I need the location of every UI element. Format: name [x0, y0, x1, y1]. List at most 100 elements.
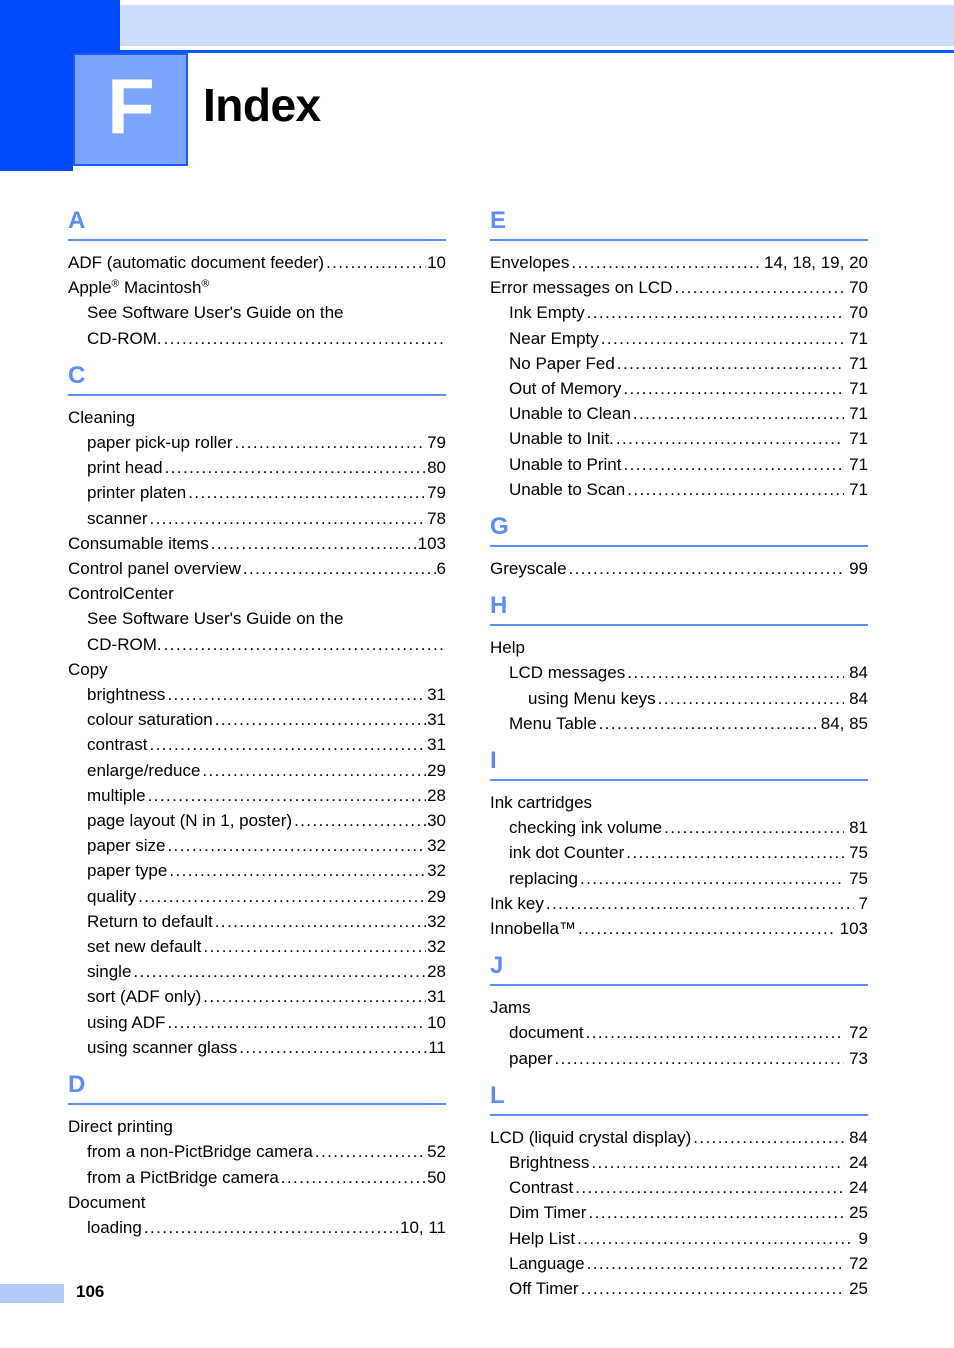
index-entry-label: using Menu keys — [528, 688, 656, 708]
index-section-e: E Envelopes..............................… — [490, 196, 868, 502]
index-entry: paper pick-up roller....................… — [68, 430, 446, 455]
index-entry-page-number: 32 — [427, 911, 446, 931]
index-entry: Ink key.................................… — [490, 891, 868, 916]
index-entry: checking ink volume.....................… — [490, 815, 868, 840]
index-entry-leader: ........................................… — [693, 1127, 844, 1147]
section-letter: C — [68, 361, 86, 389]
index-entry-page-number: 81 — [849, 818, 868, 838]
index-entry-leader: ........................................… — [545, 893, 854, 913]
index-entry-label: ControlCenter — [68, 584, 174, 604]
index-entry-label: using ADF — [87, 1012, 166, 1032]
index-entry: Contrast................................… — [490, 1175, 868, 1200]
index-entry-label: Menu Table — [509, 713, 597, 733]
index-entry-leader: ........................................… — [577, 1228, 853, 1248]
index-entry: Language................................… — [490, 1251, 868, 1276]
chapter-badge: F — [73, 53, 188, 166]
index-entry-label: CD-ROM. — [87, 634, 162, 654]
index-entry-leader: ........................................… — [615, 429, 844, 449]
index-entry: ControlCenter...........................… — [68, 581, 446, 606]
index-entry-leader: ........................................… — [163, 328, 445, 348]
index-column-left: A ADF (automatic document feeder)........… — [68, 196, 446, 1240]
index-entry: Envelopes...............................… — [490, 250, 868, 275]
index-entry: Ink Empty...............................… — [490, 300, 868, 325]
index-entry: ADF (automatic document feeder).........… — [68, 250, 446, 275]
header-dark-block-lower — [0, 143, 73, 171]
index-entry-label: paper — [509, 1048, 553, 1068]
index-entry-leader: ........................................… — [554, 1048, 844, 1068]
index-entry: Ink cartridges..........................… — [490, 790, 868, 815]
index-entry-page-number: 72 — [849, 1253, 868, 1273]
index-entry: document................................… — [490, 1020, 868, 1045]
index-entry: Jams....................................… — [490, 995, 868, 1020]
index-entry: ink dot Counter.........................… — [490, 840, 868, 865]
index-entry-page-number: 29 — [427, 886, 446, 906]
index-entry-leader: ........................................… — [585, 1023, 845, 1043]
index-entry-leader: ........................................… — [234, 433, 427, 453]
index-entry: LCD (liquid crystal display)............… — [490, 1125, 868, 1150]
index-entry-label: colour saturation — [87, 710, 213, 730]
index-entry-label: set new default — [87, 937, 202, 957]
index-entry: using ADF...............................… — [68, 1010, 446, 1035]
index-entry-page-number: 28 — [427, 785, 446, 805]
index-entry-leader: ........................................… — [600, 328, 844, 348]
index-entry-page-number: 84 — [849, 1127, 868, 1147]
index-section-g: G Greyscale..............................… — [490, 502, 868, 581]
index-entry-label: checking ink volume — [509, 818, 663, 838]
index-entry-leader: ........................................… — [239, 1037, 427, 1057]
index-entry-page-number: 28 — [427, 962, 446, 982]
index-entry-page-number: 14, 18, 19, 20 — [764, 253, 868, 272]
index-entry: brightness..............................… — [68, 682, 446, 707]
index-entry-leader: ........................................… — [580, 868, 845, 888]
index-entry-label: Copy — [68, 659, 108, 679]
index-entry: Control panel overview..................… — [68, 556, 446, 581]
index-entry: Unable to Clean.........................… — [490, 401, 868, 426]
index-entry-page-number: 80 — [427, 458, 446, 478]
index-entry: enlarge/reduce..........................… — [68, 758, 446, 783]
index-entry-page-number: 32 — [427, 861, 446, 881]
section-rule — [68, 393, 446, 396]
index-entry: single..................................… — [68, 959, 446, 984]
index-entry: paper...................................… — [490, 1046, 868, 1071]
index-entry-leader: ........................................… — [280, 1167, 426, 1187]
index-entry-label: Cleaning — [68, 407, 136, 427]
index-entry-label: using scanner glass — [87, 1037, 238, 1057]
index-entry-leader: ........................................… — [138, 886, 426, 906]
index-entry-label: Document — [68, 1192, 146, 1212]
index-entry: Error messages on LCD...................… — [490, 275, 868, 300]
header-light-bar — [120, 5, 954, 46]
index-entry: print head..............................… — [68, 455, 446, 480]
index-section-h: H Help...................................… — [490, 581, 868, 736]
page-title: Index — [203, 79, 321, 131]
index-entry-leader: ........................................… — [571, 253, 759, 272]
chapter-badge-letter: F — [107, 62, 155, 150]
section-rule — [68, 239, 446, 241]
index-entry: Dim Timer...............................… — [490, 1200, 868, 1225]
section-letter: D — [68, 1071, 86, 1099]
index-entry-page-number: 32 — [427, 836, 446, 856]
index-entry-leader: ........................................… — [586, 1253, 845, 1273]
index-entry-leader: ........................................… — [326, 253, 426, 272]
index-entry: Greyscale...............................… — [490, 556, 868, 581]
index-entry-label: Return to default — [87, 911, 213, 931]
index-entry: Return to default.......................… — [68, 909, 446, 934]
index-entry-label: See Software User's Guide on the — [87, 303, 344, 323]
index-entry: No Paper Fed............................… — [490, 351, 868, 376]
index-entry-label: scanner — [87, 508, 148, 528]
index-entry-page-number: 71 — [849, 479, 868, 499]
index-entry-label: LCD (liquid crystal display) — [490, 1127, 692, 1147]
index-entry: loading.................................… — [68, 1215, 446, 1240]
index-entry: Unable to Init..........................… — [490, 426, 868, 451]
index-entry-leader: ........................................… — [149, 735, 426, 755]
index-entry: Menu Table..............................… — [490, 711, 868, 736]
index-column-right: E Envelopes..............................… — [490, 196, 868, 1301]
index-entry: from a non-PictBridge camera............… — [68, 1139, 446, 1164]
index-entry-page-number: 6 — [436, 559, 446, 579]
index-entry: Help....................................… — [490, 635, 868, 660]
index-entry-page-number: 79 — [427, 433, 446, 453]
index-entry-label: Control panel overview — [68, 559, 241, 579]
index-entry-leader: ........................................… — [586, 303, 845, 323]
index-entry-page-number: 50 — [427, 1167, 446, 1187]
index-entry: Innobella™..............................… — [490, 916, 868, 941]
index-entry-page-number: 103 — [839, 919, 868, 939]
index-entry-leader: ........................................… — [623, 379, 844, 399]
